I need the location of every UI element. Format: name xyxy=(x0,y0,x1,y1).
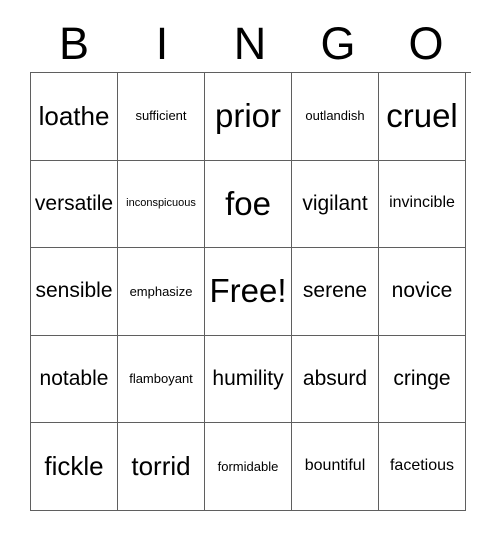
bingo-header-letter-g: G xyxy=(320,17,356,69)
bingo-header-letter-b: B xyxy=(58,17,89,69)
bingo-cell-label: serene xyxy=(302,279,368,303)
bingo-cell[interactable]: flamboyant xyxy=(118,335,205,424)
bingo-cell-label: sensible xyxy=(35,279,113,303)
bingo-row: versatile inconspicuous foe vigilant inv… xyxy=(31,160,471,249)
bingo-cell-label: cruel xyxy=(386,96,458,134)
bingo-cell[interactable]: formidable xyxy=(205,423,292,511)
bingo-row: fickle torrid formidable bountiful facet… xyxy=(31,423,471,511)
bingo-cell-label: facetious xyxy=(389,457,455,475)
bingo-free-space-label: Free! xyxy=(209,272,287,310)
bingo-header-letter-n: N xyxy=(233,17,267,69)
bingo-cell-label: foe xyxy=(225,184,271,222)
bingo-cell[interactable]: torrid xyxy=(118,423,205,511)
bingo-card: B I N G O loathe sufficient prior outlan… xyxy=(30,14,471,511)
bingo-cell-label: notable xyxy=(39,367,109,391)
bingo-cell[interactable]: fickle xyxy=(31,423,118,511)
bingo-cell[interactable]: vigilant xyxy=(292,160,379,249)
bingo-header-letter-i: I xyxy=(155,17,169,69)
bingo-cell-label: prior xyxy=(214,96,282,134)
bingo-cell[interactable]: invincible xyxy=(379,160,466,249)
bingo-cell-label: inconspicuous xyxy=(126,197,196,210)
bingo-cell-label: absurd xyxy=(302,367,368,391)
bingo-cell[interactable]: novice xyxy=(379,248,466,336)
bingo-cell[interactable]: cringe xyxy=(379,335,466,424)
bingo-cell-label: formidable xyxy=(217,458,279,474)
bingo-cell-label: torrid xyxy=(131,451,191,482)
bingo-cell-label: loathe xyxy=(38,100,110,131)
bingo-cell[interactable]: inconspicuous xyxy=(118,160,205,249)
bingo-cell-label: bountiful xyxy=(304,457,366,475)
bingo-cell[interactable]: foe xyxy=(205,160,292,249)
bingo-cell-label: novice xyxy=(391,279,453,303)
bingo-cell-free-space[interactable]: Free! xyxy=(205,248,292,336)
bingo-cell[interactable]: sufficient xyxy=(118,73,205,161)
bingo-cell[interactable]: loathe xyxy=(31,73,118,161)
bingo-cell-label: vigilant xyxy=(302,191,368,215)
bingo-header-row: B I N G O xyxy=(30,14,470,72)
bingo-cell-label: invincible xyxy=(389,194,455,212)
bingo-cell[interactable]: outlandish xyxy=(292,73,379,161)
bingo-cell[interactable]: humility xyxy=(205,335,292,424)
bingo-cell-label: humility xyxy=(212,367,284,391)
bingo-cell[interactable]: versatile xyxy=(31,160,118,249)
bingo-cell[interactable]: serene xyxy=(292,248,379,336)
bingo-cell[interactable]: bountiful xyxy=(292,423,379,511)
bingo-cell-label: versatile xyxy=(34,191,114,215)
bingo-cell-label: flamboyant xyxy=(129,371,193,387)
bingo-header-letter-o: O xyxy=(408,17,444,69)
bingo-row: loathe sufficient prior outlandish cruel xyxy=(31,73,471,161)
bingo-cell-label: sufficient xyxy=(135,108,187,124)
bingo-row: notable flamboyant humility absurd cring… xyxy=(31,335,471,424)
bingo-cell[interactable]: emphasize xyxy=(118,248,205,336)
bingo-row: sensible emphasize Free! serene novice xyxy=(31,248,471,336)
bingo-cell[interactable]: sensible xyxy=(31,248,118,336)
bingo-cell[interactable]: prior xyxy=(205,73,292,161)
bingo-cell[interactable]: cruel xyxy=(379,73,466,161)
bingo-cell-label: fickle xyxy=(44,451,104,482)
bingo-grid: loathe sufficient prior outlandish cruel… xyxy=(30,72,471,511)
bingo-cell[interactable]: facetious xyxy=(379,423,466,511)
bingo-cell-label: emphasize xyxy=(129,283,193,299)
bingo-cell-label: cringe xyxy=(393,367,451,391)
bingo-cell-label: outlandish xyxy=(305,108,365,124)
bingo-cell[interactable]: absurd xyxy=(292,335,379,424)
bingo-cell[interactable]: notable xyxy=(31,335,118,424)
